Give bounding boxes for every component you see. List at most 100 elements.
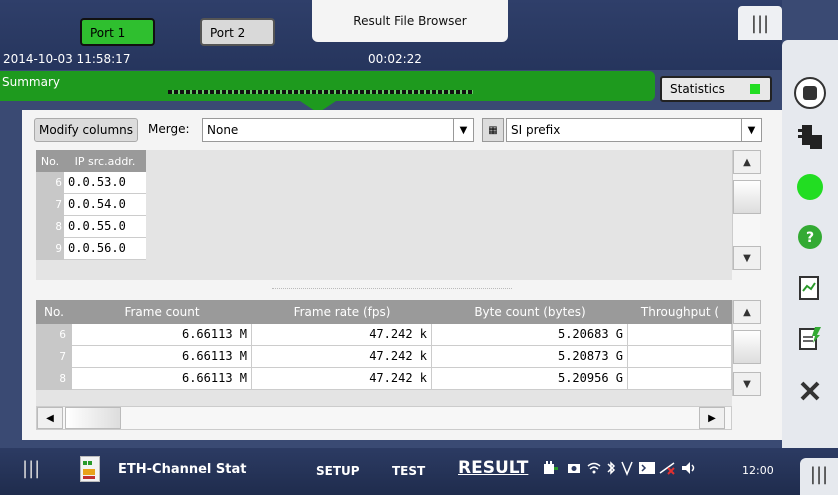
scroll-left-icon[interactable]: ◀ [37,407,63,429]
svg-text:?: ? [806,230,814,246]
column-header-no[interactable]: No. [36,150,64,172]
splitter-handle[interactable] [272,288,512,290]
si-prefix-value: SI prefix [511,123,561,137]
row-number: 8 [36,368,72,390]
table-header: No. IP src.addr. [36,150,146,172]
date-time: 2014-10-03 11:58:17 [3,52,131,66]
elapsed-time: 00:02:22 [368,52,422,66]
tab-port-1[interactable]: Port 1 [80,18,155,46]
row-number: 9 [36,238,64,260]
app-name: ETH-Channel Stat [118,462,247,477]
modify-columns-button[interactable]: Modify columns [34,118,138,142]
nav-test[interactable]: TEST [392,464,425,478]
tab-port-2[interactable]: Port 2 [200,18,275,46]
table-row[interactable]: 6 0.0.53.0 [36,172,146,194]
table-row[interactable]: 8 6.66113 M 47.242 k 5.20956 G [36,368,732,390]
chevron-down-icon[interactable]: ▼ [741,119,761,141]
volume-icon [680,460,698,480]
v-icon [620,460,634,480]
traffic-light-icon[interactable] [793,120,827,154]
network-error-icon [658,460,676,480]
scroll-up-icon[interactable]: ▲ [733,300,761,324]
result-file-browser-tab[interactable]: Result File Browser [312,0,508,42]
frame-count-cell: 6.66113 M [72,324,252,346]
scroll-down-icon[interactable]: ▼ [733,372,761,396]
byte-count-cell: 5.20956 G [432,368,628,390]
table-row[interactable]: 6 6.66113 M 47.242 k 5.20683 G [36,324,732,346]
scroll-thumb[interactable] [733,180,761,214]
summary-label: Summary [2,75,60,89]
edit-report-icon[interactable] [793,322,827,356]
help-icon[interactable]: ? [793,220,827,254]
merge-label: Merge: [148,122,190,136]
results-panel: Modify columns Merge: None ▼ ▦ SI prefix… [22,110,782,440]
column-header-byte-count[interactable]: Byte count (bytes) [432,305,628,319]
report-icon[interactable] [793,272,827,306]
frame-rate-cell: 47.242 k [252,324,432,346]
close-icon[interactable] [793,374,827,408]
status-led-icon [793,170,827,204]
nav-result[interactable]: RESULT [458,458,528,478]
ip-src-cell: 0.0.54.0 [64,194,146,216]
table-row[interactable]: 7 6.66113 M 47.242 k 5.20873 G [36,346,732,368]
column-header-frame-rate[interactable]: Frame rate (fps) [252,305,432,319]
lower-vertical-scrollbar[interactable]: ▲ ▼ [732,300,761,396]
statistics-label: Statistics [670,82,725,96]
table-header: No. Frame count Frame rate (fps) Byte co… [36,300,732,324]
table-row[interactable]: 8 0.0.55.0 [36,216,146,238]
column-header-frame-count[interactable]: Frame count [72,305,252,319]
column-header-throughput[interactable]: Throughput ( [628,305,732,319]
merge-value: None [207,123,239,137]
column-header-ip-src[interactable]: IP src.addr. [64,150,146,172]
throughput-cell [628,368,732,390]
ip-address-table: No. IP src.addr. 6 0.0.53.0 7 0.0.54.0 8… [36,150,732,280]
frame-count-cell: 6.66113 M [72,346,252,368]
summary-bar[interactable]: Summary [0,71,655,101]
menu-grip-icon[interactable]: ||| [738,6,782,40]
statistics-button[interactable]: Statistics [660,76,772,102]
terminal-icon [638,460,656,480]
upper-vertical-scrollbar[interactable]: ▲ ▼ [732,150,761,270]
frame-count-cell: 6.66113 M [72,368,252,390]
ip-src-cell: 0.0.55.0 [64,216,146,238]
row-number: 6 [36,172,64,194]
row-number: 7 [36,346,72,368]
plug-icon [542,460,560,480]
grid-icon[interactable]: ▦ [482,118,504,142]
menu-grip-icon[interactable]: ||| [22,458,40,479]
si-prefix-select[interactable]: SI prefix ▼ [506,118,762,142]
nav-setup[interactable]: SETUP [316,464,360,478]
row-number: 6 [36,324,72,346]
status-led-icon [750,84,760,94]
horizontal-scrollbar[interactable]: ◀ ▶ [36,406,732,430]
scroll-down-icon[interactable]: ▼ [733,246,761,270]
table-row[interactable]: 9 0.0.56.0 [36,238,146,260]
ip-src-cell: 0.0.56.0 [64,238,146,260]
menu-grip-icon[interactable]: ||| [800,458,838,495]
right-sidebar: ? [782,40,838,470]
wifi-icon [586,460,602,480]
scroll-thumb[interactable] [733,330,761,364]
stop-icon[interactable] [793,76,827,110]
bluetooth-icon [604,460,618,480]
summary-progress-dots [168,90,473,94]
clock: 12:00 [742,464,774,477]
column-header-no[interactable]: No. [36,305,72,319]
chevron-down-icon[interactable]: ▼ [453,119,473,141]
frame-rate-cell: 47.242 k [252,368,432,390]
ip-src-cell: 0.0.53.0 [64,172,146,194]
scroll-up-icon[interactable]: ▲ [733,150,761,174]
scroll-thumb[interactable] [65,407,121,429]
app-window: Port 1 Port 2 Result File Browser ||| 20… [0,0,838,495]
camera-icon [566,460,584,480]
merge-select[interactable]: None ▼ [202,118,474,142]
frame-rate-cell: 47.242 k [252,346,432,368]
byte-count-cell: 5.20873 G [432,346,628,368]
row-number: 8 [36,216,64,238]
row-number: 7 [36,194,64,216]
byte-count-cell: 5.20683 G [432,324,628,346]
app-icon[interactable] [80,456,100,482]
table-row[interactable]: 7 0.0.54.0 [36,194,146,216]
throughput-cell [628,324,732,346]
scroll-right-icon[interactable]: ▶ [699,407,725,429]
